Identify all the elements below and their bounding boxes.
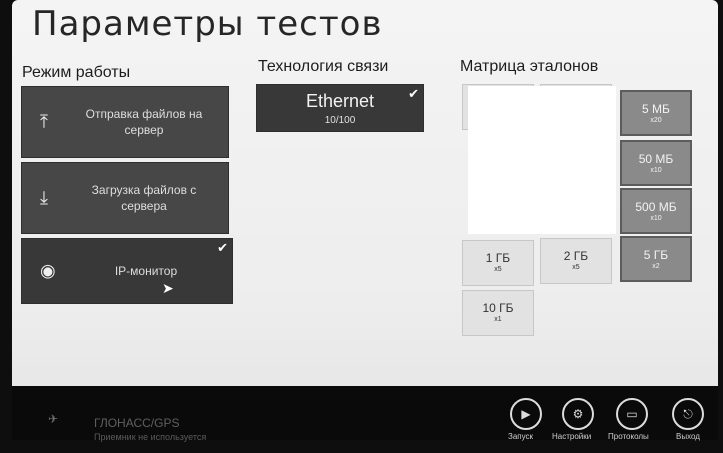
- check-icon: ✔: [217, 241, 228, 256]
- protocols-button[interactable]: ▭: [616, 398, 648, 430]
- matrix-tile-50mb[interactable]: 50 МБ x10: [620, 140, 692, 186]
- matrix-tile-mult: x5: [572, 264, 580, 271]
- tech-section-title: Технология связи: [258, 58, 389, 75]
- mouse-cursor-icon: ➤: [162, 281, 174, 297]
- mode-section-title: Режим работы: [22, 64, 131, 81]
- matrix-tile-mult: x20: [650, 117, 662, 124]
- tech-main-label: Ethernet: [305, 91, 375, 111]
- settings-button-label: Настройки: [552, 432, 592, 441]
- exit-icon: ⎋: [683, 406, 693, 421]
- matrix-tile-mult: x1: [494, 316, 502, 323]
- settings-icon: ⚙: [572, 407, 584, 421]
- matrix-tile-2gb[interactable]: 2 ГБ x5: [540, 238, 612, 284]
- gps-status: Приемник не используется: [94, 432, 207, 442]
- matrix-tile-value: 500 МБ: [635, 200, 677, 214]
- download-icon: ⤓: [40, 187, 48, 209]
- tech-tile-ethernet[interactable]: Ethernet 10/100 ✔: [256, 84, 424, 132]
- tech-sub-label: 10/100: [324, 115, 356, 126]
- mode-tile-download[interactable]: ⤓ Загрузка файлов с сервера: [21, 162, 229, 234]
- matrix-tile-mult: x2: [652, 263, 660, 270]
- play-icon: ▶: [521, 407, 531, 421]
- check-icon: ✔: [408, 87, 419, 102]
- matrix-tile-5gb[interactable]: 5 ГБ x2: [620, 236, 692, 282]
- page-title: Параметры тестов: [32, 4, 383, 44]
- matrix-tile-value: 10 ГБ: [482, 301, 514, 315]
- upload-icon: ⤒: [40, 111, 48, 133]
- satellite-icon: ✈: [48, 412, 59, 426]
- mode-tile-upload[interactable]: ⤒ Отправка файлов на сервер: [21, 86, 229, 158]
- protocols-button-label: Протоколы: [608, 432, 649, 441]
- redaction-block: [468, 86, 616, 234]
- matrix-section-title: Матрица эталонов: [460, 58, 599, 75]
- matrix-tile-value: 50 МБ: [638, 152, 674, 166]
- exit-button-label: Выход: [676, 432, 700, 441]
- folder-icon: ▭: [626, 407, 638, 421]
- matrix-tile-mult: x5: [494, 266, 502, 273]
- matrix-tile-value: 5 ГБ: [643, 248, 669, 262]
- matrix-tile-mult: x10: [650, 215, 662, 222]
- start-button[interactable]: ▶: [510, 398, 542, 430]
- gps-title: ГЛОНАСС/GPS: [94, 416, 180, 430]
- mode-tile-label: Отправка файлов на сервер: [85, 107, 203, 137]
- mode-tile-ip-monitor[interactable]: ◉ IP-монитор ✔ ➤: [21, 238, 233, 304]
- matrix-tile-value: 5 МБ: [642, 102, 670, 116]
- exit-button[interactable]: ⎋: [672, 398, 704, 430]
- start-button-label: Запуск: [508, 432, 534, 441]
- mode-tile-label: Загрузка файлов с сервера: [91, 183, 197, 213]
- matrix-tile-500mb[interactable]: 500 МБ x10: [620, 188, 692, 234]
- matrix-tile-5mb[interactable]: 5 МБ x20: [620, 90, 692, 136]
- eye-icon: ◉: [40, 260, 56, 282]
- matrix-tile-value: 1 ГБ: [485, 251, 511, 265]
- matrix-tile-value: 2 ГБ: [563, 249, 589, 263]
- matrix-tile-10gb[interactable]: 10 ГБ x1: [462, 290, 534, 336]
- mode-tile-label: IP-монитор: [114, 264, 178, 278]
- matrix-tile-1gb[interactable]: 1 ГБ x5: [462, 240, 534, 286]
- settings-button[interactable]: ⚙: [562, 398, 594, 430]
- matrix-tile-mult: x10: [650, 167, 662, 174]
